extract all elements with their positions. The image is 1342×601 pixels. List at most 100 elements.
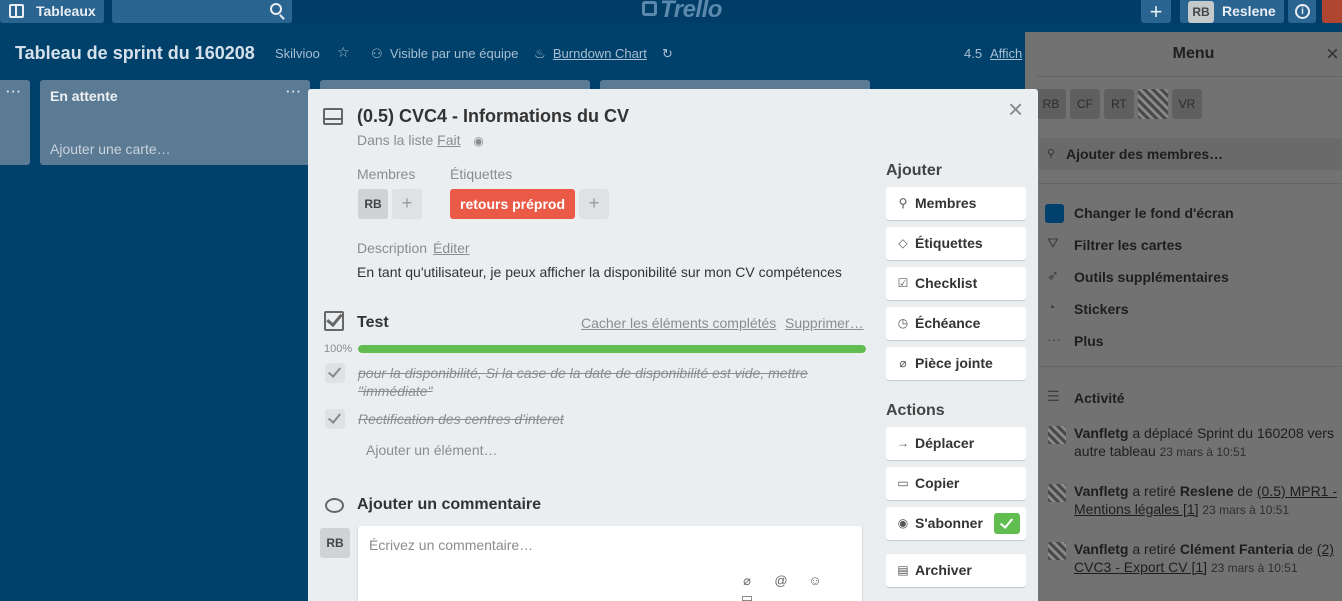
member-avatar[interactable]: RB (1036, 89, 1066, 119)
member-avatar[interactable] (1138, 89, 1168, 119)
members-button[interactable]: ⚲ Membres (886, 187, 1026, 220)
activity-time[interactable]: 23 mars à 10:51 (1160, 445, 1247, 459)
activity-target[interactable]: Clément Fanteria (1180, 541, 1294, 557)
eye-icon: ◉ (897, 516, 909, 530)
activity-icon: ☰ (1047, 388, 1060, 404)
button-label: Échéance (915, 315, 981, 331)
checkbox[interactable] (325, 363, 345, 383)
comment-input[interactable]: Écrivez un commentaire… ⌀ @ ☺ ▭ (358, 526, 862, 601)
list-column: ··· (0, 80, 30, 165)
divider (1037, 76, 1342, 77)
activity-user[interactable]: Vanfletg (1074, 425, 1128, 441)
visibility-button[interactable]: ⚇ Visible par une équipe (371, 46, 518, 62)
more-icon: ··· (1047, 331, 1061, 347)
menu-item-stickers[interactable]: Stickers (1074, 301, 1128, 317)
checklist-item[interactable]: pour la disponibilité, Si la case de la … (358, 364, 848, 400)
burndown-button[interactable]: ♨ Burndown Chart (534, 46, 647, 62)
activity-time[interactable]: 23 mars à 10:51 (1202, 503, 1289, 517)
checklist-title[interactable]: Test (357, 314, 389, 332)
add-members-button[interactable]: ⚲ Ajouter des membres… (1039, 138, 1342, 170)
list-title[interactable]: En attente (50, 88, 118, 104)
comment-heading: Ajouter un commentaire (357, 496, 542, 513)
comment-icon (325, 498, 344, 513)
button-label: Membres (915, 195, 977, 211)
board-team[interactable]: Skilvioo (275, 46, 320, 61)
person-icon: ⚲ (898, 196, 908, 210)
menu-item-power-ups[interactable]: Outils supplémentaires (1074, 269, 1229, 285)
card-link-icon[interactable]: ▭ (730, 590, 764, 601)
button-label: Pièce jointe (915, 355, 993, 371)
checkbox[interactable] (325, 409, 345, 429)
add-card-link[interactable]: Ajouter une carte… (50, 141, 171, 157)
add-members-label: Ajouter des membres… (1066, 146, 1224, 162)
board-title[interactable]: Tableau de sprint du 160208 (15, 43, 255, 64)
close-icon[interactable]: × (1008, 96, 1023, 122)
avatar[interactable] (1048, 542, 1066, 560)
create-button[interactable]: + (1141, 0, 1171, 23)
button-label: S'abonner (915, 515, 983, 531)
card-icon (323, 108, 343, 125)
avatar[interactable] (1048, 426, 1066, 444)
info-button[interactable]: i (1288, 0, 1316, 23)
add-checklist-item[interactable]: Ajouter un élément… (366, 442, 498, 458)
boards-button[interactable]: Tableaux (0, 0, 104, 23)
due-date-button[interactable]: ◷ Échéance (886, 307, 1026, 340)
show-menu-link[interactable]: Affich (990, 46, 1022, 61)
member-avatar[interactable]: RB (358, 189, 388, 219)
list-menu-icon[interactable]: ··· (6, 84, 22, 99)
member-avatar[interactable]: CF (1070, 89, 1100, 119)
archive-button[interactable]: ▤ Archiver (886, 554, 1026, 587)
avatar[interactable] (1048, 484, 1066, 502)
add-member-button[interactable]: + (392, 189, 422, 219)
edit-description-link[interactable]: Éditer (433, 240, 470, 256)
user-name: Reslene (1222, 3, 1276, 19)
labels-button[interactable]: ◇ Étiquettes (886, 227, 1026, 260)
button-label: Étiquettes (915, 235, 983, 251)
search-input[interactable] (112, 0, 292, 23)
star-icon[interactable]: ☆ (337, 44, 350, 61)
card-title[interactable]: (0.5) CVC4 - Informations du CV (357, 106, 629, 127)
paperclip-icon: ⌀ (899, 356, 907, 370)
checklist-progress-bar (358, 345, 866, 353)
activity-item: Vanfletg a retiré Clément Fanteria de (2… (1074, 540, 1342, 577)
activity-target[interactable]: Reslene (1180, 483, 1234, 499)
user-menu-button[interactable]: RB Reslene (1180, 0, 1284, 23)
attachment-button[interactable]: ⌀ Pièce jointe (886, 347, 1026, 380)
copy-button[interactable]: ▭ Copier (886, 467, 1026, 500)
add-label-button[interactable]: + (579, 189, 609, 219)
logo-text: Trello (660, 0, 722, 23)
hide-completed-link[interactable]: Cacher les éléments complétés (581, 315, 776, 331)
subscribe-button[interactable]: ◉ S'abonner (886, 507, 1026, 540)
search-icon[interactable] (270, 3, 282, 15)
checklist-button[interactable]: ☑ Checklist (886, 267, 1026, 300)
attachment-icon[interactable]: ⌀ (730, 573, 764, 589)
list-name-link[interactable]: Fait (437, 132, 460, 148)
checklist-item[interactable]: Rectification des centres d'interet (358, 410, 848, 428)
delete-checklist-link[interactable]: Supprimer… (785, 315, 864, 331)
notifications-button[interactable] (1322, 0, 1342, 23)
description-text[interactable]: En tant qu'utilisateur, je peux afficher… (357, 264, 842, 280)
activity-time[interactable]: 23 mars à 10:51 (1211, 561, 1298, 575)
activity-text: a retiré (1132, 541, 1176, 557)
member-avatar[interactable]: RT (1104, 89, 1134, 119)
mention-icon[interactable]: @ (764, 573, 798, 588)
member-avatar[interactable]: VR (1172, 89, 1202, 119)
archive-icon: ▤ (897, 563, 909, 577)
button-label: Archiver (915, 562, 972, 578)
info-icon: i (1295, 4, 1310, 19)
close-icon[interactable]: × (1326, 41, 1339, 67)
move-button[interactable]: → Déplacer (886, 427, 1026, 460)
trello-logo[interactable]: Trello (642, 0, 722, 24)
add-section-heading: Ajouter (886, 162, 942, 179)
menu-item-more[interactable]: Plus (1074, 333, 1104, 349)
menu-item-filter[interactable]: Filtrer les cartes (1074, 237, 1182, 253)
menu-item-background[interactable]: Changer le fond d'écran (1074, 205, 1234, 221)
emoji-icon[interactable]: ☺ (798, 573, 832, 588)
flame-icon: ♨ (534, 46, 546, 61)
activity-user[interactable]: Vanfletg (1074, 541, 1128, 557)
visibility-label: Visible par une équipe (389, 46, 519, 61)
list-menu-icon[interactable]: ··· (286, 84, 302, 99)
activity-user[interactable]: Vanfletg (1074, 483, 1128, 499)
label-tag[interactable]: retours préprod (450, 189, 576, 219)
refresh-icon[interactable]: ↻ (662, 46, 673, 62)
